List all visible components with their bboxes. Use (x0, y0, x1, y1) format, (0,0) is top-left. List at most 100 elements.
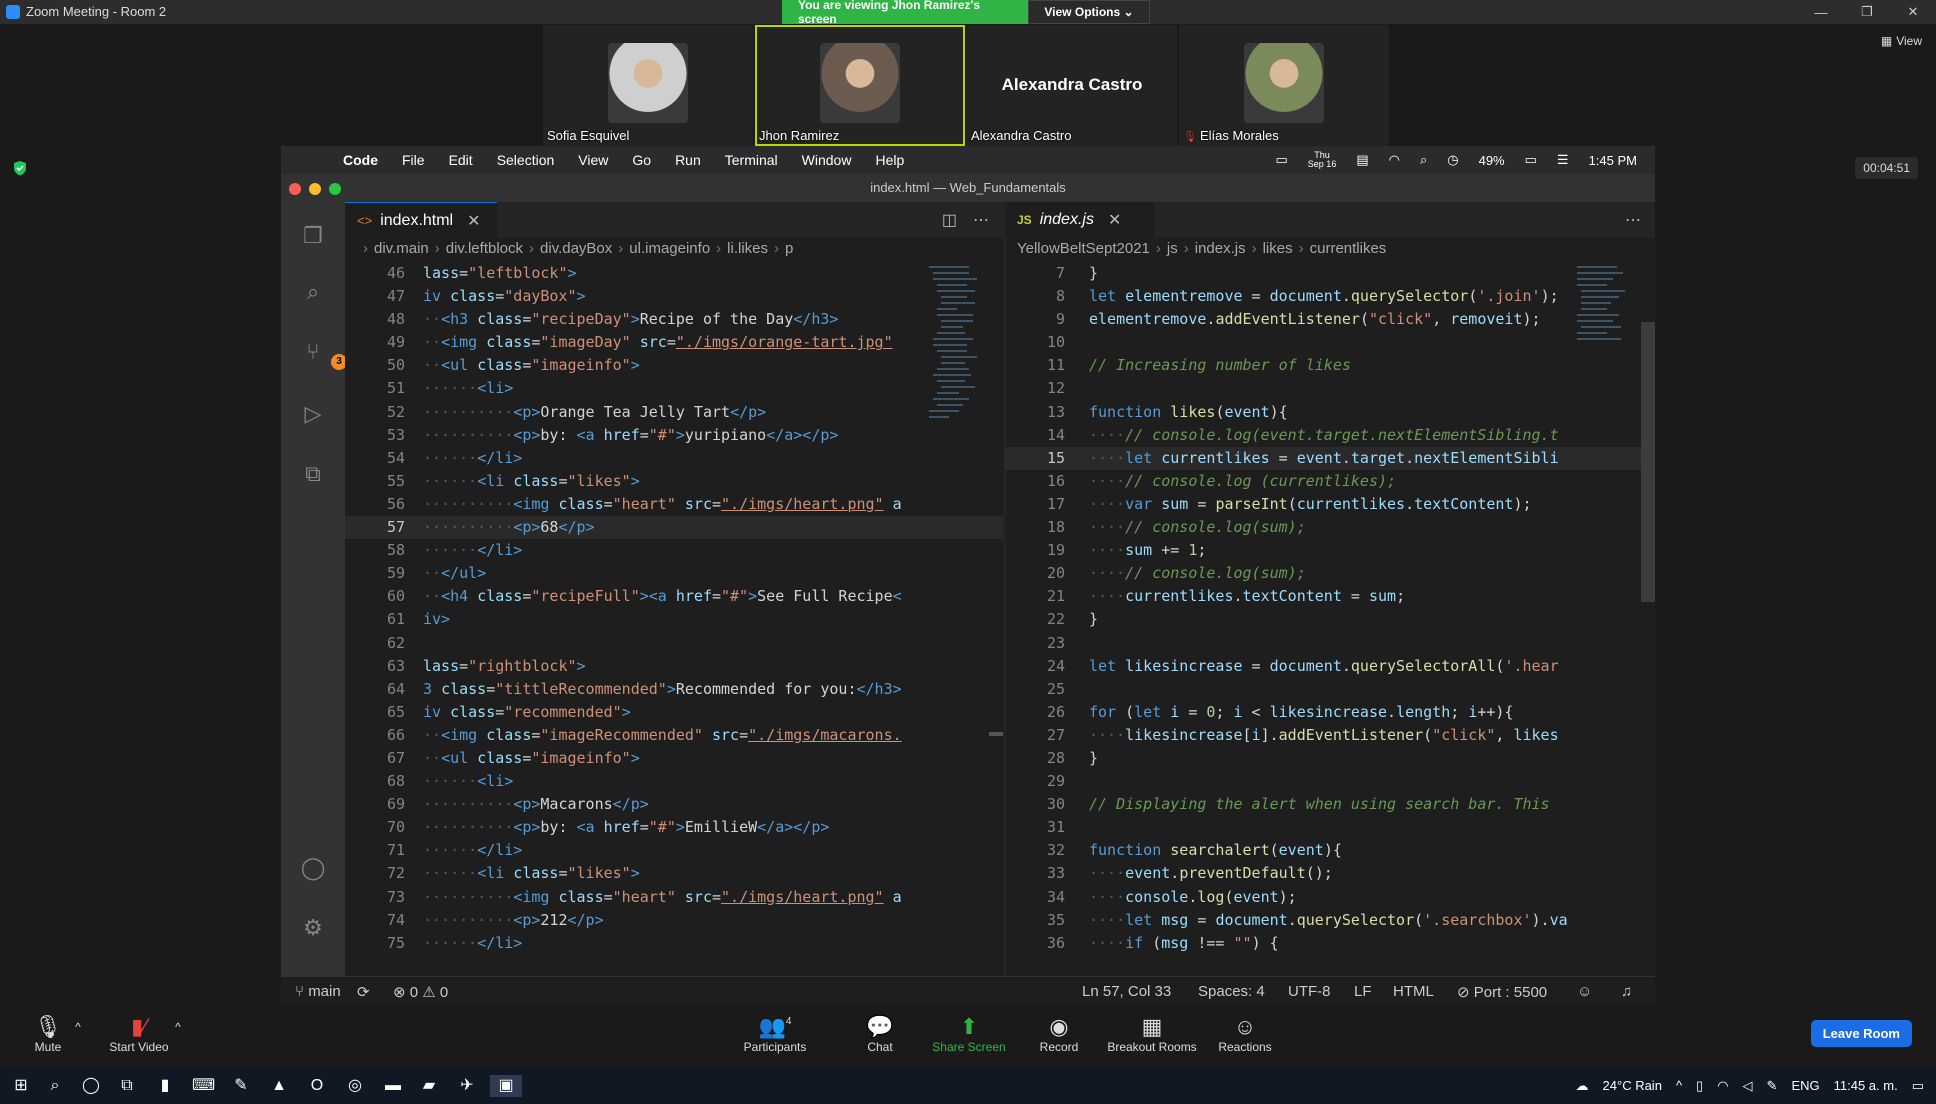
mac-menu-item[interactable]: Edit (449, 152, 473, 168)
code-line[interactable]: 64 3 class="tittleRecommended">Recommende… (345, 678, 1003, 701)
drive-icon[interactable]: ▲ (268, 1075, 290, 1097)
code-line[interactable]: 34 ····console.log(event); (1005, 886, 1655, 909)
start-video-button[interactable]: ▮⁄ Start Video (104, 1014, 174, 1054)
settings-gear-icon[interactable]: ⚙ (299, 914, 327, 942)
split-editor-icon[interactable]: ◫ (942, 210, 957, 230)
code-line[interactable]: 62 (345, 632, 1003, 655)
code-line[interactable]: 19 ····sum += 1; (1005, 539, 1655, 562)
search-icon[interactable]: ⌕ (299, 278, 327, 306)
code-line[interactable]: 74 ··········<p>212</p> (345, 909, 1003, 932)
code-line[interactable]: 10 (1005, 331, 1655, 354)
code-line[interactable]: 14 ····// console.log(event.target.nextEl… (1005, 424, 1655, 447)
close-window-icon[interactable] (289, 183, 301, 195)
search-icon[interactable]: ⌕ (1420, 152, 1427, 168)
mac-menu-item[interactable]: Go (632, 152, 651, 168)
app-icon-3[interactable]: ✈ (456, 1075, 478, 1097)
view-options-button[interactable]: View Options ⌄ (1028, 0, 1150, 24)
code-line[interactable]: 52 ··········<p>Orange Tea Jelly Tart</p> (345, 401, 1003, 424)
opera-icon[interactable]: O (306, 1075, 328, 1097)
participant-tile[interactable]: Sofia Esquivel (543, 25, 753, 146)
code-line[interactable]: 29 (1005, 770, 1655, 793)
code-line[interactable]: 28} (1005, 747, 1655, 770)
minimize-icon[interactable]: — (1798, 0, 1844, 24)
branch-status[interactable]: ⑂ main (295, 983, 341, 1000)
code-line[interactable]: 50 ··<ul class="imageinfo"> (345, 354, 1003, 377)
explorer-icon[interactable]: ❐ (299, 222, 327, 250)
code-line[interactable]: 60 ··<h4 class="recipeFull"><a href="#">S… (345, 585, 1003, 608)
code-line[interactable]: 20 ····// console.log(sum); (1005, 562, 1655, 585)
tab-index-js[interactable]: JS index.js ✕ (1005, 202, 1155, 238)
minimize-window-icon[interactable] (309, 183, 321, 195)
leave-room-button[interactable]: Leave Room (1810, 1020, 1912, 1047)
breadcrumb-item[interactable]: YellowBeltSept2021 (1017, 240, 1150, 257)
chat-button[interactable]: 💬 Chat (860, 1014, 900, 1054)
code-line[interactable]: 57 ··········<p>68</p> (345, 516, 1003, 540)
code-line[interactable]: 13 function likes(event){ (1005, 401, 1655, 424)
code-line[interactable]: 54 ······</li> (345, 447, 1003, 470)
close-tab-icon[interactable]: ✕ (467, 211, 480, 231)
mac-menu-item[interactable]: Selection (497, 152, 555, 168)
code-line[interactable]: 61 iv> (345, 608, 1003, 631)
code-line[interactable]: 26 for (let i = 0; i < likesincrease.leng… (1005, 701, 1655, 724)
code-line[interactable]: 7} (1005, 262, 1655, 285)
participant-tile[interactable]: 🎙 Elías Morales (1179, 25, 1389, 146)
code-line[interactable]: 67 ··<ul class="imageinfo"> (345, 747, 1003, 770)
code-line[interactable]: 25 (1005, 678, 1655, 701)
code-line[interactable]: 65 iv class="recommended"> (345, 701, 1003, 724)
file-explorer-icon[interactable]: ▬ (382, 1075, 404, 1097)
zoom-taskbar-icon[interactable]: ▣ (490, 1075, 522, 1097)
code-line[interactable]: 16 ····// console.log (currentlikes); (1005, 470, 1655, 493)
weather-icon[interactable]: ☁ (1576, 1078, 1589, 1094)
notifications-icon[interactable]: ▭ (1912, 1078, 1924, 1094)
task-view-icon[interactable]: ⧉ (116, 1075, 138, 1097)
code-line[interactable]: 21 ····currentlikes.textContent = sum; (1005, 585, 1655, 608)
breadcrumb-item[interactable]: li.likes (727, 240, 768, 257)
pen-icon[interactable]: ✎ (1767, 1078, 1778, 1094)
participants-button[interactable]: 👥4 Participants (740, 1014, 810, 1054)
breadcrumb-item[interactable]: ul.imageinfo (629, 240, 710, 257)
keyboard-app-icon[interactable]: ⌨ (192, 1075, 215, 1097)
problems-status[interactable]: ⊗ 0 ⚠ 0 (393, 983, 448, 1001)
battery-icon[interactable]: ▭ (1525, 152, 1537, 168)
code-line[interactable]: 73 ··········<img class="heart" src="./im… (345, 886, 1003, 909)
code-line[interactable]: 33 ····event.preventDefault(); (1005, 862, 1655, 885)
breadcrumb-item[interactable]: index.js (1195, 240, 1246, 257)
minimap-left[interactable] (925, 262, 981, 462)
code-left[interactable]: 46 lass="leftblock"> 47 iv class="dayBox"> 4… (345, 262, 1003, 955)
close-icon[interactable]: ✕ (1890, 0, 1936, 24)
audio-options-caret[interactable]: ^ (72, 1020, 84, 1034)
breadcrumb-item[interactable]: likes (1263, 240, 1293, 257)
volume-icon[interactable]: ◁ (1743, 1078, 1753, 1094)
restore-icon[interactable]: ❐ (1844, 0, 1890, 24)
taskbar-time[interactable]: 11:45 a. m. (1834, 1078, 1898, 1093)
code-line[interactable]: 22} (1005, 608, 1655, 631)
sync-icon[interactable]: ⟳ (357, 983, 370, 1001)
code-line[interactable]: 70 ··········<p>by: <a href="#">EmillieW<… (345, 816, 1003, 839)
code-line[interactable]: 51 ······<li> (345, 377, 1003, 400)
windows-start-icon[interactable]: ⊞ (10, 1075, 32, 1097)
chrome-icon[interactable]: ◎ (344, 1075, 366, 1097)
minimap-right[interactable] (1575, 262, 1631, 462)
encoding-status[interactable]: UTF-8 (1288, 983, 1331, 1000)
search-icon[interactable]: ⌕ (44, 1075, 66, 1097)
sticky-notes-icon[interactable]: ▰ (418, 1075, 440, 1097)
code-line[interactable]: 17 ····var sum = parseInt(currentlikes.te… (1005, 493, 1655, 516)
feedback-icon[interactable]: ☺ (1577, 983, 1592, 1000)
weather-text[interactable]: 24°C Rain (1603, 1078, 1662, 1093)
language-status[interactable]: HTML (1393, 983, 1434, 1000)
mac-menu-item[interactable]: Run (675, 152, 701, 168)
mac-menu-item[interactable]: Window (802, 152, 852, 168)
cursor-position[interactable]: Ln 57, Col 33 (1082, 983, 1171, 1000)
code-line[interactable]: 72 ······<li class="likes"> (345, 862, 1003, 885)
breadcrumb-item[interactable]: div.main (374, 240, 429, 257)
mute-button[interactable]: 🎙 Mute (28, 1014, 68, 1054)
code-line[interactable]: 56 ··········<img class="heart" src="./im… (345, 493, 1003, 516)
code-line[interactable]: 18 ····// console.log(sum); (1005, 516, 1655, 539)
code-line[interactable]: 53 ··········<p>by: <a href="#">yuripiano… (345, 424, 1003, 447)
mac-menu-item[interactable]: View (578, 152, 608, 168)
live-server-port[interactable]: ⊘ Port : 5500 (1457, 983, 1547, 1001)
video-options-caret[interactable]: ^ (172, 1020, 184, 1034)
source-control-icon[interactable]: ⑂ 3 (299, 338, 347, 370)
cortana-icon[interactable]: ◯ (80, 1075, 102, 1097)
scrollbar-left[interactable] (989, 732, 1003, 736)
